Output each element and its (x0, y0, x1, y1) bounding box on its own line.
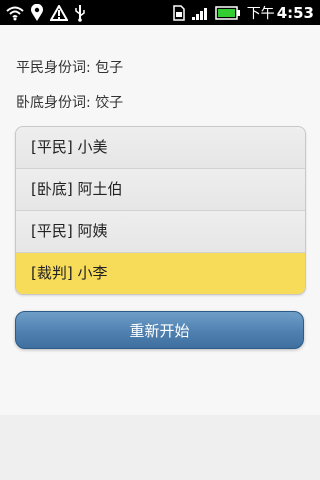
status-left (6, 3, 86, 22)
player-item-judge[interactable]: [裁判] 小李 (16, 252, 305, 294)
player-item[interactable]: [卧底] 阿土伯 (16, 168, 305, 210)
undercover-word-label: 卧底身份词: 饺子 (16, 95, 124, 111)
status-bar: 下午 4:53 (0, 0, 320, 25)
status-time: 下午 4:53 (247, 3, 314, 23)
battery-icon (214, 5, 241, 20)
player-list: [平民] 小美 [卧底] 阿土伯 [平民] 阿姨 [裁判] 小李 (15, 126, 306, 295)
usb-icon (74, 4, 86, 22)
sim-icon (172, 4, 185, 21)
status-time-prefix: 下午 (246, 5, 275, 22)
signal-icon (191, 5, 209, 21)
main-content: 平民身份词: 包子 卧底身份词: 饺子 [平民] 小美 [卧底] 阿土伯 [平民… (0, 25, 320, 415)
wifi-icon (6, 5, 24, 21)
player-item[interactable]: [平民] 阿姨 (16, 210, 305, 252)
player-item[interactable]: [平民] 小美 (16, 127, 305, 168)
status-right: 下午 4:53 (172, 3, 314, 23)
warning-icon (49, 3, 69, 21)
bottom-area (0, 415, 320, 480)
location-icon (30, 3, 44, 22)
civilian-word-label: 平民身份词: 包子 (16, 60, 124, 76)
restart-button[interactable]: 重新开始 (15, 311, 304, 349)
status-time-value: 4:53 (276, 3, 314, 22)
